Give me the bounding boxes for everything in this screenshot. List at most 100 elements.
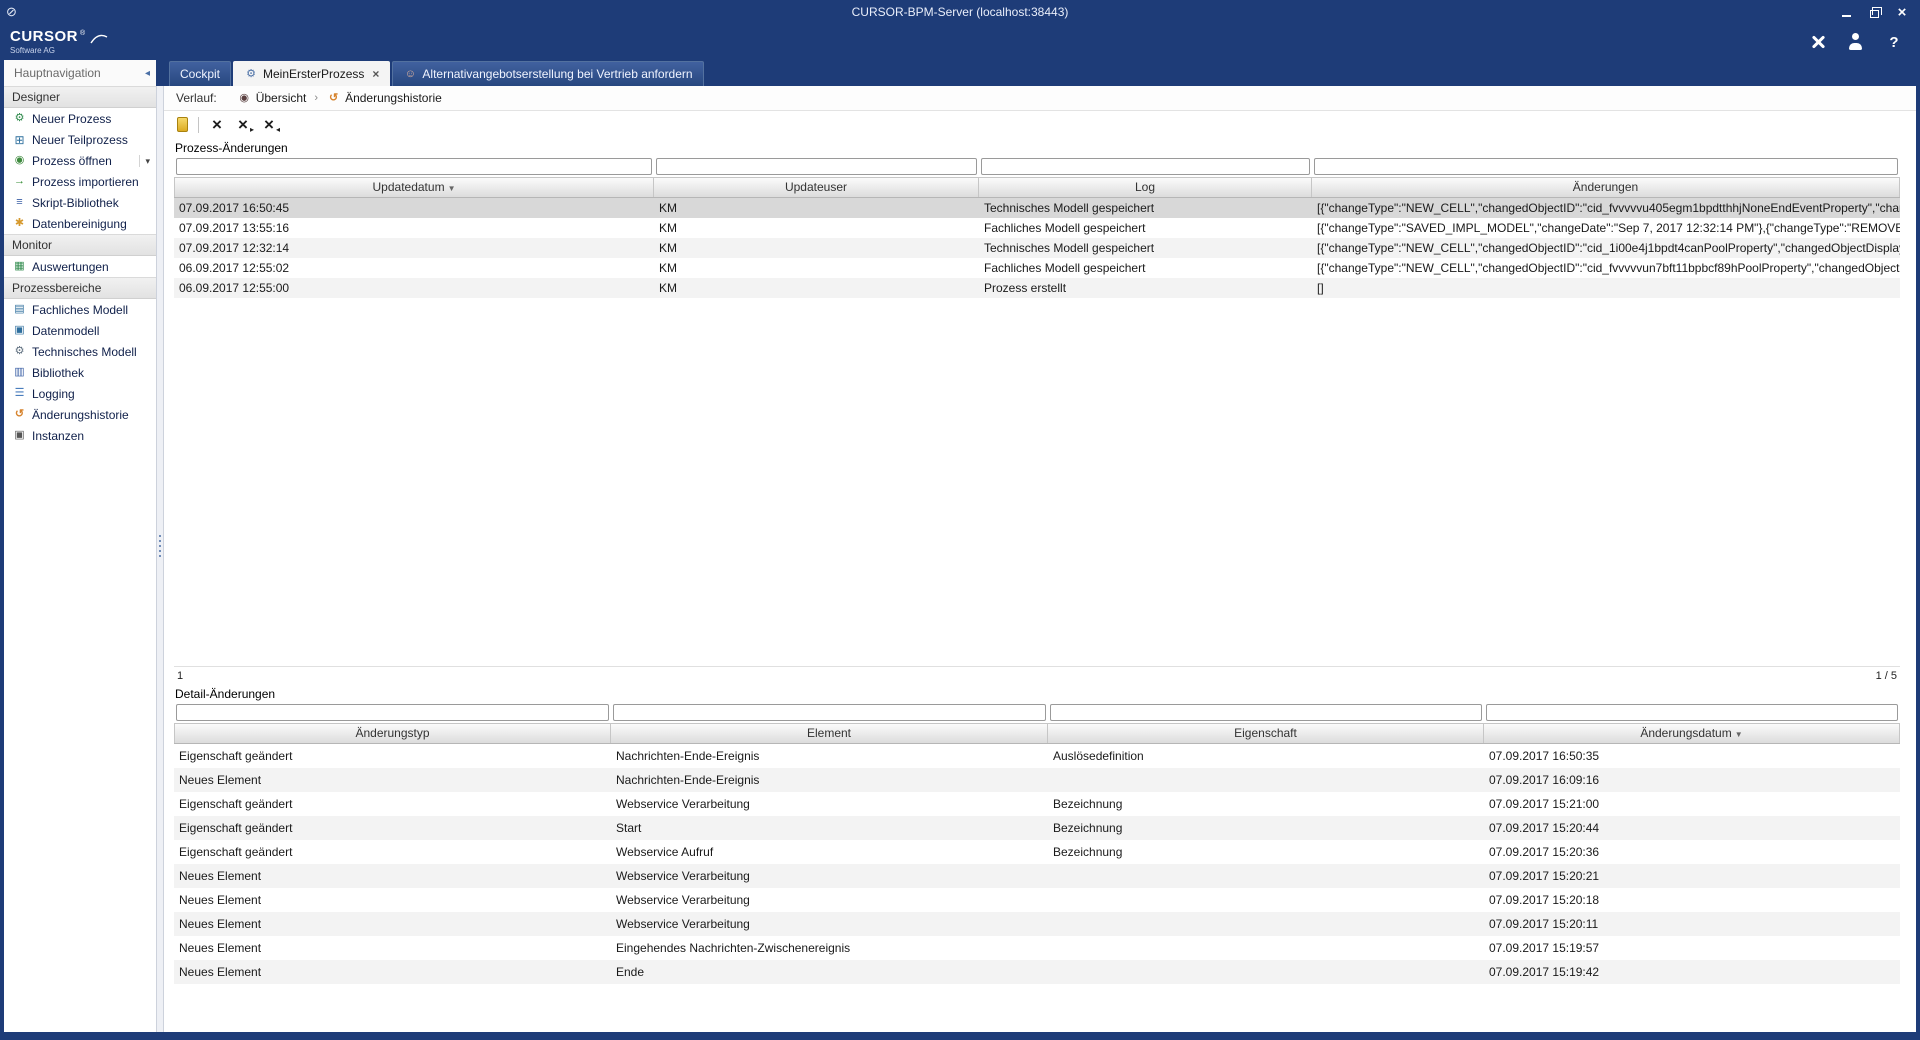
- table-row[interactable]: Eigenschaft geändert Nachrichten-Ende-Er…: [174, 744, 1900, 768]
- sidebar-item[interactable]: Prozess öffnen ▾: [4, 150, 156, 171]
- pager-position: 1 / 5: [1876, 670, 1897, 682]
- breadcrumb-item[interactable]: Übersicht: [237, 91, 307, 105]
- column-filter-input[interactable]: [1314, 158, 1898, 175]
- sidebar-nav: Designer Neuer Prozess Neuer Teilprozess…: [4, 86, 156, 446]
- column-header-label: Änderungstyp: [355, 726, 429, 740]
- collapse-sidebar-icon[interactable]: [145, 68, 150, 79]
- cell-element: Nachrichten-Ende-Ereignis: [611, 768, 1048, 792]
- sidebar-item-label: Neuer Teilprozess: [32, 133, 128, 147]
- sidebar-item-label: Datenbereinigung: [32, 217, 127, 231]
- sidebar-item[interactable]: Datenmodell: [4, 320, 156, 341]
- chevron-down-icon[interactable]: ▾: [139, 155, 150, 167]
- tools-icon[interactable]: [1808, 32, 1828, 52]
- cell-aenderungstyp: Neues Element: [174, 936, 611, 960]
- filter-cell: [611, 703, 1048, 723]
- table-row[interactable]: 07.09.2017 12:32:14 KM Technisches Model…: [174, 238, 1900, 258]
- sidebar-item[interactable]: Auswertungen: [4, 256, 156, 277]
- cell-aenderungstyp: Neues Element: [174, 864, 611, 888]
- column-header[interactable]: Log: [979, 178, 1312, 197]
- cell-element: Ende: [611, 960, 1048, 984]
- tab[interactable]: MeinErsterProzess ×: [233, 61, 390, 86]
- close-button[interactable]: [1890, 4, 1914, 21]
- user-admin-icon[interactable]: [1846, 32, 1866, 52]
- cell-updateuser: KM: [654, 258, 979, 278]
- table-row[interactable]: Neues Element Nachrichten-Ende-Ereignis …: [174, 768, 1900, 792]
- sidebar-item[interactable]: Neuer Prozess: [4, 108, 156, 129]
- table-row[interactable]: Neues Element Webservice Verarbeitung 07…: [174, 912, 1900, 936]
- sidebar-item[interactable]: Technisches Modell: [4, 341, 156, 362]
- table-row[interactable]: Eigenschaft geändert Start Bezeichnung 0…: [174, 816, 1900, 840]
- column-filter-input[interactable]: [656, 158, 977, 175]
- tab[interactable]: Cockpit: [169, 61, 231, 86]
- delete-forward-button[interactable]: [235, 117, 251, 133]
- table-row[interactable]: Neues Element Eingehendes Nachrichten-Zw…: [174, 936, 1900, 960]
- breadcrumb-item[interactable]: Änderungshistorie: [326, 91, 442, 105]
- cell-element: Webservice Verarbeitung: [611, 888, 1048, 912]
- cell-log: Fachliches Modell gespeichert: [979, 218, 1312, 238]
- restore-button[interactable]: [1862, 4, 1886, 21]
- tab[interactable]: Alternativangebotserstellung bei Vertrie…: [392, 61, 703, 86]
- main-frame: Hauptnavigation Designer Neuer Prozess N…: [4, 60, 1916, 1032]
- tab-bar: Cockpit MeinErsterProzess × Alternativan…: [164, 60, 1916, 86]
- cell-aenderungsdatum: 07.09.2017 15:19:42: [1484, 960, 1900, 984]
- delete-button[interactable]: [209, 117, 225, 133]
- column-header-label: Updateuser: [785, 180, 847, 194]
- table-row[interactable]: Neues Element Webservice Verarbeitung 07…: [174, 888, 1900, 912]
- sidebar-item[interactable]: Datenbereinigung: [4, 213, 156, 234]
- cell-element: Webservice Verarbeitung: [611, 864, 1048, 888]
- sidebar-section-items: Fachliches Modell Datenmodell Technische…: [4, 299, 156, 446]
- cell-eigenschaft: Bezeichnung: [1048, 792, 1484, 816]
- breadcrumb-item-icon: [237, 91, 252, 105]
- cell-log: Technisches Modell gespeichert: [979, 238, 1312, 258]
- tab-close-icon[interactable]: ×: [372, 68, 379, 80]
- splitter-grip-icon: [159, 535, 161, 557]
- column-header[interactable]: Element: [611, 724, 1048, 743]
- detail-changes-section: Detail-Änderungen Änderungstyp Element E…: [174, 684, 1900, 1032]
- cell-log: Technisches Modell gespeichert: [979, 198, 1312, 218]
- sidebar-item[interactable]: Neuer Teilprozess: [4, 129, 156, 150]
- sidebar-item[interactable]: Bibliothek: [4, 362, 156, 383]
- cell-updatedatum: 06.09.2017 12:55:00: [174, 278, 654, 298]
- filter-cell: [174, 157, 654, 177]
- table-row[interactable]: Neues Element Webservice Verarbeitung 07…: [174, 864, 1900, 888]
- column-header[interactable]: Eigenschaft: [1048, 724, 1484, 743]
- export-report-icon[interactable]: [177, 117, 188, 132]
- column-header[interactable]: Änderungsdatum▼: [1484, 724, 1900, 743]
- sort-indicator-icon: ▼: [448, 184, 456, 193]
- column-filter-input[interactable]: [981, 158, 1310, 175]
- help-icon[interactable]: [1884, 32, 1904, 52]
- table-row[interactable]: 07.09.2017 13:55:16 KM Fachliches Modell…: [174, 218, 1900, 238]
- header-icons: [1808, 32, 1904, 52]
- delete-back-button[interactable]: [261, 117, 277, 133]
- cell-aenderungstyp: Eigenschaft geändert: [174, 840, 611, 864]
- cell-aenderungsdatum: 07.09.2017 16:50:35: [1484, 744, 1900, 768]
- table-row[interactable]: 06.09.2017 12:55:02 KM Fachliches Modell…: [174, 258, 1900, 278]
- sidebar-item[interactable]: Fachliches Modell: [4, 299, 156, 320]
- column-filter-input[interactable]: [1050, 704, 1482, 721]
- column-filter-input[interactable]: [1486, 704, 1898, 721]
- column-header[interactable]: Änderungstyp: [174, 724, 611, 743]
- sidebar-item[interactable]: Instanzen: [4, 425, 156, 446]
- sidebar-item-icon: [12, 175, 27, 189]
- sidebar-item[interactable]: Änderungshistorie: [4, 404, 156, 425]
- table-row[interactable]: Eigenschaft geändert Webservice Verarbei…: [174, 792, 1900, 816]
- sidebar-item[interactable]: Prozess importieren: [4, 171, 156, 192]
- column-filter-input[interactable]: [176, 158, 652, 175]
- table-row[interactable]: Neues Element Ende 07.09.2017 15:19:42: [174, 960, 1900, 984]
- column-header[interactable]: Updateuser: [654, 178, 979, 197]
- sidebar-item[interactable]: Logging: [4, 383, 156, 404]
- column-filter-input[interactable]: [176, 704, 609, 721]
- column-header[interactable]: Updatedatum▼: [174, 178, 654, 197]
- table-row[interactable]: Eigenschaft geändert Webservice Aufruf B…: [174, 840, 1900, 864]
- sidebar-splitter[interactable]: [156, 60, 164, 1032]
- table-row[interactable]: 06.09.2017 12:55:00 KM Prozess erstellt …: [174, 278, 1900, 298]
- table-row[interactable]: 07.09.2017 16:50:45 KM Technisches Model…: [174, 198, 1900, 218]
- window-buttons: [1834, 4, 1914, 21]
- column-header[interactable]: Änderungen: [1312, 178, 1900, 197]
- column-filter-input[interactable]: [613, 704, 1046, 721]
- sidebar-item-icon: [12, 387, 27, 401]
- minimize-button[interactable]: [1834, 4, 1858, 21]
- tab-label: MeinErsterProzess: [263, 67, 364, 81]
- sidebar-item[interactable]: Skript-Bibliothek: [4, 192, 156, 213]
- filter-cell: [174, 703, 611, 723]
